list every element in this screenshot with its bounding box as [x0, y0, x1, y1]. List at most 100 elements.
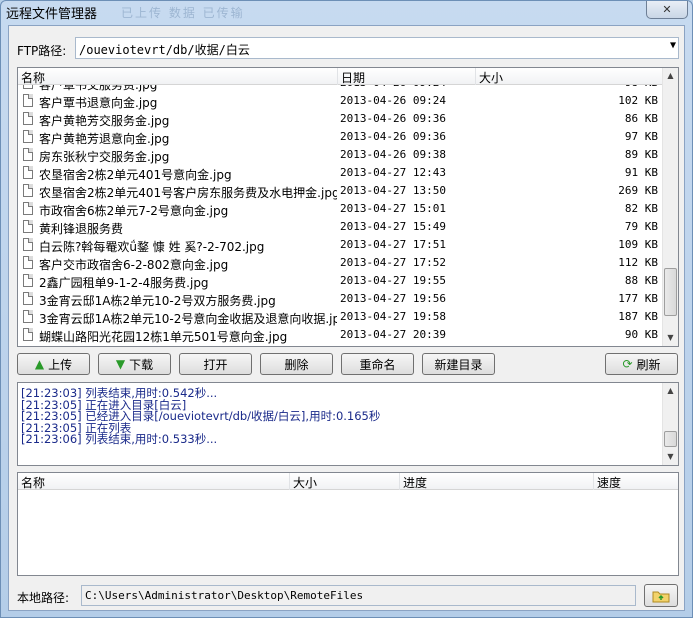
file-icon [23, 274, 33, 287]
transfer-list-header: 名称 大小 进度 速度 [18, 473, 678, 490]
refresh-icon: ⟳ [622, 357, 633, 371]
file-date: 2013-04-27 19:56 [340, 292, 446, 305]
log-scrollbar[interactable]: ▲ ▼ [662, 383, 678, 465]
file-size: 97 KB [624, 130, 658, 143]
local-path-label: 本地路径: [17, 591, 70, 605]
file-row[interactable]: 客户交市政宿舍6-2-802意向金.jpg 2013-04-27 17:52 112… [18, 254, 663, 272]
open-button[interactable]: 打开 [179, 353, 252, 375]
column-header-size[interactable]: 大小 [476, 68, 663, 85]
browse-folder-button[interactable] [644, 584, 678, 607]
client-area: FTP路径: /oueviotevrt/db/收据/白云 ▼ 名称 日期 大小 … [8, 25, 685, 611]
transfer-column-name[interactable]: 名称 [18, 473, 290, 490]
file-size: 82 KB [624, 202, 658, 215]
file-date: 2013-04-27 17:52 [340, 256, 446, 269]
file-list-scrollbar[interactable]: ▲ ▼ [662, 68, 678, 346]
transfer-column-size[interactable]: 大小 [290, 473, 400, 490]
scroll-down-icon[interactable]: ▼ [663, 330, 678, 346]
transfer-column-speed[interactable]: 速度 [594, 473, 678, 490]
file-icon [23, 310, 33, 323]
transfer-list[interactable]: 名称 大小 进度 速度 [17, 472, 679, 576]
file-name: 2鑫广园租单9-1-2-4服务费.jpg [39, 276, 209, 290]
scroll-up-icon[interactable]: ▲ [663, 68, 678, 84]
download-button[interactable]: ▼ 下载 [98, 353, 171, 375]
file-icon [23, 148, 33, 161]
file-size: 79 KB [624, 220, 658, 233]
file-row[interactable]: 3金宵云邸1A栋2单元10-2号双方服务费.jpg 2013-04-27 19:5… [18, 290, 663, 308]
delete-button[interactable]: 删除 [260, 353, 333, 375]
file-row[interactable]: 农垦宿舍2栋2单元401号客户房东服务费及水电押金.jpg 2013-04-27 … [18, 182, 663, 200]
upload-arrow-icon: ▲ [34, 357, 45, 371]
upload-button[interactable]: ▲ 上传 [17, 353, 90, 375]
file-icon [23, 166, 33, 179]
remote-file-list[interactable]: 名称 日期 大小 客户覃书交服务费.jpg2013-04-26 09:2498 … [17, 67, 679, 347]
file-date: 2013-04-26 09:38 [340, 148, 446, 161]
file-size: 269 KB [618, 184, 658, 197]
download-arrow-icon: ▼ [115, 357, 126, 371]
file-name: 农垦宿舍2栋2单元401号意向金.jpg [39, 168, 232, 182]
refresh-button[interactable]: ⟳ 刷新 [605, 353, 678, 375]
ftp-path-combo[interactable]: /oueviotevrt/db/收据/白云 ▼ [75, 37, 679, 59]
folder-icon [652, 591, 670, 602]
file-name: 农垦宿舍2栋2单元401号客户房东服务费及水电押金.jpg [39, 186, 337, 200]
file-name: 3金宵云邸1A栋2单元10-2号双方服务费.jpg [39, 294, 276, 308]
file-row[interactable]: 房东张秋宁交服务金.jpg 2013-04-26 09:38 89 KB [18, 146, 663, 164]
file-row[interactable]: 市政宿舍6栋2单元7-2号意向金.jpg 2013-04-27 15:01 82 K… [18, 200, 663, 218]
file-row[interactable]: 蝴蝶山路阳光花园12栋1单元501号意向金.jpg 2013-04-27 20:3… [18, 326, 663, 344]
file-row[interactable]: 黄利锋退服务费 2013-04-27 15:49 79 KB [18, 218, 663, 236]
file-row[interactable]: 2鑫广园租单9-1-2-4服务费.jpg 2013-04-27 19:55 88 K… [18, 272, 663, 290]
file-date: 2013-04-27 12:43 [340, 166, 446, 179]
file-date: 2013-04-27 19:58 [340, 310, 446, 323]
file-name: 黄利锋退服务费 [39, 222, 124, 236]
file-date: 2013-04-26 09:36 [340, 112, 446, 125]
file-icon [23, 238, 33, 251]
close-icon: ✕ [662, 3, 672, 16]
file-name: 3金宵云邸1A栋2单元10-2号意向金收据及退意向收据.jpg [39, 312, 337, 326]
file-icon [23, 328, 33, 341]
file-row[interactable]: 白云陈?斡每罨欢ǘ鍪 慷 姓 奚?-2-702.jpg 2013-04-27 17… [18, 236, 663, 254]
log-scrollbar-thumb[interactable] [664, 431, 677, 447]
file-row[interactable]: 客户黄艳芳交服务金.jpg 2013-04-26 09:36 86 KB [18, 110, 663, 128]
file-size: 112 KB [618, 256, 658, 269]
file-icon [23, 220, 33, 233]
close-button[interactable]: ✕ [646, 1, 688, 19]
file-size: 98 KB [578, 85, 658, 89]
file-row[interactable]: 农垦宿舍2栋2单元401号意向金.jpg 2013-04-27 12:43 91 K… [18, 164, 663, 182]
file-name: 白云陈?斡每罨欢ǘ鍪 慷 姓 奚?-2-702.jpg [39, 240, 265, 254]
file-date: 2013-04-27 17:51 [340, 238, 446, 251]
delete-button-label: 删除 [284, 357, 309, 372]
log-scroll-up-icon[interactable]: ▲ [663, 383, 678, 399]
log-panel[interactable]: [21:23:03] 列表结束,用时:0.542秒... [21:23:05] 正… [17, 382, 679, 466]
file-name: 客户黄艳芳退意向金.jpg [39, 132, 170, 146]
file-row[interactable]: 客户覃书退意向金.jpg 2013-04-26 09:24 102 KB [18, 92, 663, 110]
dropdown-arrow-icon[interactable]: ▼ [670, 40, 676, 51]
file-size: 86 KB [624, 112, 658, 125]
file-name: 客户黄艳芳交服务金.jpg [39, 114, 170, 128]
file-date: 2013-04-27 19:55 [340, 274, 446, 287]
rename-button[interactable]: 重命名 [341, 353, 414, 375]
file-name: 蝴蝶山路阳光花园12栋1单元501号意向金.jpg [39, 330, 288, 344]
window-title: 远程文件管理器 [6, 7, 98, 22]
file-row[interactable]: 客户黄艳芳退意向金.jpg 2013-04-26 09:36 97 KB [18, 128, 663, 146]
column-header-name[interactable]: 名称 [18, 68, 338, 85]
transfer-column-progress[interactable]: 进度 [400, 473, 594, 490]
file-name: 客户交市政宿舍6-2-802意向金.jpg [39, 258, 229, 272]
file-list-body: 客户覃书交服务费.jpg2013-04-26 09:2498 KB客户覃书退意向… [18, 85, 663, 346]
file-row[interactable]: 客户覃书交服务费.jpg2013-04-26 09:2498 KB [18, 85, 663, 92]
upload-button-label: 上传 [48, 357, 73, 372]
file-date: 2013-04-26 09:24 [340, 94, 446, 107]
column-header-date[interactable]: 日期 [338, 68, 476, 85]
title-bar[interactable]: 远程文件管理器 已上传 数据 已传输 ✕ [1, 1, 692, 25]
refresh-button-label: 刷新 [636, 357, 661, 372]
ftp-path-label: FTP路径: [17, 44, 67, 58]
file-row[interactable]: 3金宵云邸1A栋2单元10-2号意向金收据及退意向收据.jpg 2013-04-2… [18, 308, 663, 326]
file-size: 177 KB [618, 292, 658, 305]
file-date: 2013-04-26 09:36 [340, 130, 446, 143]
log-scroll-down-icon[interactable]: ▼ [663, 449, 678, 465]
file-toolbar: ▲ 上传 ▼ 下载 打开 删除 重命名 新建目录 ⟳ 刷新 [17, 353, 679, 377]
file-icon [23, 130, 33, 143]
new-folder-button-label: 新建目录 [434, 357, 483, 372]
local-path-field[interactable]: C:\Users\Administrator\Desktop\RemoteFil… [81, 585, 636, 606]
new-folder-button[interactable]: 新建目录 [422, 353, 495, 375]
scrollbar-thumb[interactable] [664, 268, 677, 316]
file-date: 2013-04-26 09:24 [340, 85, 446, 89]
